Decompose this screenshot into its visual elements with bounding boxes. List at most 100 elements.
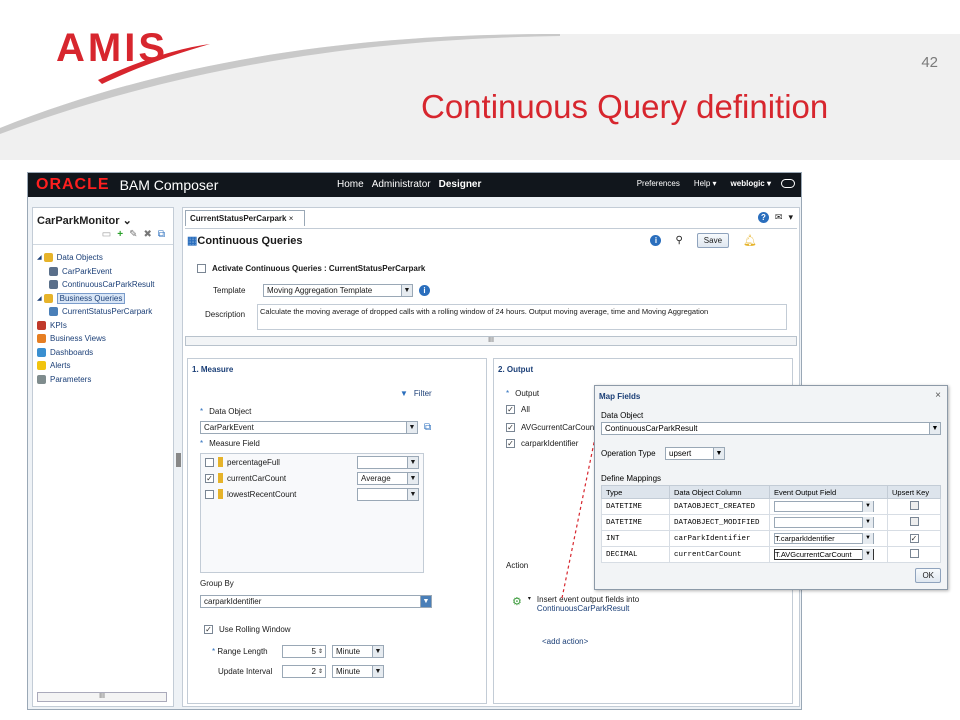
- template-select[interactable]: Moving Aggregation Template ▼: [263, 284, 413, 297]
- column-header: Data Object Column: [669, 485, 770, 499]
- edit-icon[interactable]: ✎: [129, 229, 137, 240]
- description-label: Description: [205, 310, 246, 319]
- save-button[interactable]: Save: [696, 233, 730, 248]
- template-row: Template Moving Aggregation Template ▼ i: [213, 284, 430, 297]
- tree-item-business-queries[interactable]: ◢ Business Queries: [37, 292, 169, 306]
- nav-administrator[interactable]: Administrator: [372, 179, 431, 190]
- mail-icon[interactable]: ✉: [775, 212, 783, 223]
- gear-icon[interactable]: ⚙: [512, 595, 522, 608]
- all-checkbox[interactable]: [506, 405, 515, 414]
- tree-item-data-objects[interactable]: ◢ Data Objects: [37, 251, 169, 265]
- event-field-select[interactable]: T.AVGcurrentCarCount ▼: [774, 549, 874, 560]
- nav-home[interactable]: Home: [337, 179, 364, 190]
- chevron-down-icon[interactable]: ▾: [528, 595, 531, 602]
- preferences-link[interactable]: Preferences: [637, 179, 680, 188]
- range-unit-select[interactable]: Minute ▼: [332, 645, 384, 658]
- chevron-down-icon[interactable]: ▾: [788, 212, 793, 223]
- info-icon[interactable]: i: [419, 285, 430, 296]
- tree-item-carparkevent[interactable]: CarParkEvent: [37, 265, 169, 279]
- upsert-checkbox[interactable]: [909, 534, 919, 543]
- field-checkbox[interactable]: [205, 473, 214, 483]
- aggregate-select[interactable]: ▼: [357, 487, 419, 501]
- close-icon[interactable]: ×: [289, 214, 294, 223]
- aggregate-select[interactable]: ▼: [357, 455, 419, 469]
- group-by-select[interactable]: carparkIdentifier ▼: [200, 595, 432, 608]
- header-swoosh: [0, 34, 960, 160]
- panel-splitter[interactable]: [176, 453, 181, 467]
- chevron-down-icon: ▼: [420, 596, 431, 607]
- folder-icon[interactable]: ▭: [102, 229, 111, 240]
- rolling-window-checkbox[interactable]: [204, 625, 213, 634]
- app-name: BAM Composer: [119, 177, 219, 193]
- copy-icon[interactable]: ⧉: [158, 229, 165, 240]
- dialog-data-object-select[interactable]: ContinuousCarParkResult ▼: [601, 422, 941, 435]
- upsert-checkbox[interactable]: [909, 517, 919, 526]
- chevron-down-icon: ▼: [372, 666, 383, 677]
- tree-item-alerts[interactable]: Alerts: [37, 359, 169, 373]
- folder-icon: [43, 253, 53, 263]
- measure-title: 1. Measure: [192, 365, 234, 374]
- operation-type-row: Operation Type upsert ▼: [601, 447, 725, 460]
- upsert-checkbox[interactable]: [909, 549, 919, 558]
- chevron-down-icon: ▼: [862, 533, 873, 544]
- field-checkbox[interactable]: [205, 457, 214, 467]
- help-menu[interactable]: Help ▾: [694, 179, 717, 188]
- expand-icon[interactable]: ◢: [37, 254, 42, 261]
- dialog-data-object-row: ContinuousCarParkResult ▼: [601, 422, 941, 435]
- slide-title: Continuous Query definition: [421, 88, 829, 125]
- add-action-link[interactable]: <add action>: [542, 637, 588, 646]
- event-field-select[interactable]: ▼: [774, 501, 874, 512]
- search-icon[interactable]: ⚲: [675, 235, 682, 246]
- app-topbar: ORACLE BAM Composer Home Administrator D…: [28, 173, 801, 197]
- data-object-select[interactable]: CarParkEvent ▼: [200, 421, 418, 434]
- close-icon[interactable]: ×: [935, 390, 941, 401]
- bell-icon[interactable]: 🔔︎: [743, 234, 757, 247]
- expand-icon[interactable]: ◢: [37, 295, 42, 302]
- output-title: 2. Output: [498, 365, 534, 374]
- copy-icon[interactable]: ⧉: [424, 422, 431, 433]
- tree-item-dashboards[interactable]: Dashboards: [37, 346, 169, 360]
- tree-item-business-views[interactable]: Business Views: [37, 332, 169, 346]
- action-row: ⚙ ▾ Insert event output fields into Cont…: [512, 595, 639, 613]
- chevron-down-icon: ▼: [407, 472, 418, 484]
- user-menu[interactable]: weblogic ▾: [731, 179, 771, 188]
- output-field-checkbox[interactable]: [506, 439, 515, 448]
- event-field-select[interactable]: ▼: [774, 517, 874, 528]
- chevron-down-icon[interactable]: ⌄: [123, 215, 132, 227]
- tab-currentstatuspercarpark[interactable]: CurrentStatusPerCarpark ×: [185, 210, 305, 226]
- data-object-icon: [49, 280, 58, 290]
- upsert-checkbox[interactable]: [909, 501, 919, 510]
- operation-type-select[interactable]: upsert ▼: [665, 447, 725, 460]
- action-target-link[interactable]: ContinuousCarParkResult: [537, 604, 639, 613]
- activate-label: Activate Continuous Queries : CurrentSta…: [212, 264, 426, 273]
- aggregate-select[interactable]: Average ▼: [357, 471, 419, 485]
- event-field-select[interactable]: T.carparkIdentifier ▼: [774, 533, 874, 544]
- output-field-checkbox[interactable]: [506, 423, 515, 432]
- nav-designer[interactable]: Designer: [439, 179, 482, 190]
- tree-item-currentstatuspercarpark[interactable]: CurrentStatusPerCarpark: [37, 305, 169, 319]
- output-field-row: AVGcurrentCarCount: [506, 423, 596, 432]
- info-icon[interactable]: i: [650, 235, 662, 246]
- delete-icon[interactable]: ✖: [143, 229, 151, 240]
- update-interval-stepper[interactable]: 2 ⇕: [282, 665, 326, 678]
- query-icon: [49, 307, 58, 317]
- action-label: Action: [506, 561, 529, 570]
- tree-item-parameters[interactable]: Parameters: [37, 373, 169, 387]
- description-field[interactable]: Calculate the moving average of dropped …: [257, 304, 787, 330]
- range-length-row: Range Length 5⇕ Minute▼: [212, 645, 384, 658]
- help-icon[interactable]: ?: [757, 212, 769, 223]
- alert-icon: [37, 361, 46, 371]
- tree-item-continuouscarparkresult[interactable]: ContinuousCarParkResult: [37, 278, 169, 292]
- toggle-icon[interactable]: [781, 179, 795, 188]
- project-title[interactable]: CarParkMonitor ⌄: [33, 208, 173, 229]
- left-horizontal-scrollbar[interactable]: III: [37, 692, 167, 702]
- range-length-stepper[interactable]: 5 ⇕: [282, 645, 326, 658]
- field-checkbox[interactable]: [205, 489, 214, 499]
- filter-button[interactable]: ▼ Filter: [400, 389, 432, 398]
- main-horizontal-scrollbar[interactable]: III: [185, 336, 797, 346]
- activate-checkbox[interactable]: [197, 264, 206, 273]
- update-unit-select[interactable]: Minute ▼: [332, 665, 384, 678]
- ok-button[interactable]: OK: [915, 568, 941, 583]
- add-icon[interactable]: +: [117, 229, 123, 240]
- tree-item-kpis[interactable]: KPIs: [37, 319, 169, 333]
